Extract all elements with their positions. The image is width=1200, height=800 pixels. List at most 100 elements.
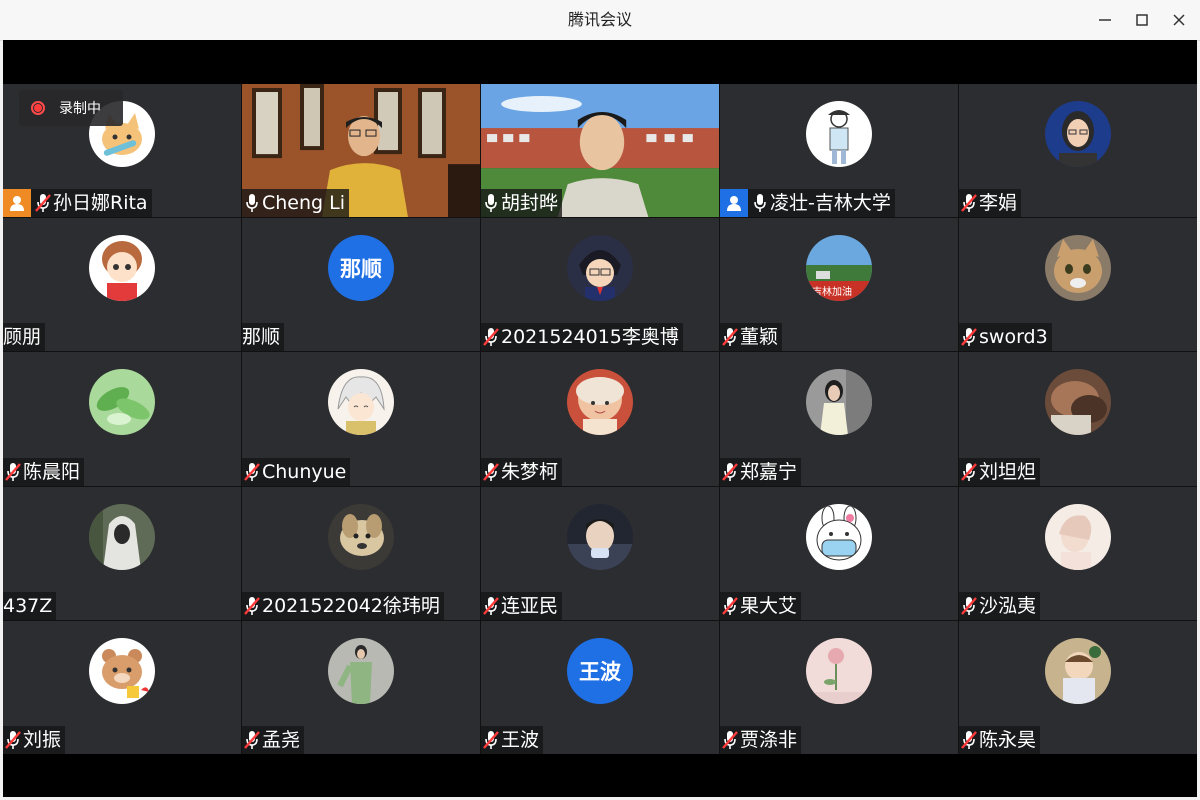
maximize-button[interactable] (1124, 0, 1160, 40)
participant-avatar: 吉林加油 (806, 235, 872, 302)
participant-tile[interactable]: 凌壮-吉林大学 (720, 84, 958, 218)
participant-name: 沙泓夷 (979, 594, 1037, 617)
microphone-muted-icon (720, 458, 740, 486)
participant-tile[interactable]: Chunyue (242, 352, 480, 486)
microphone-muted-icon (959, 458, 979, 486)
minimize-button[interactable] (1087, 0, 1123, 40)
participant-tile[interactable]: 孟尧 (242, 620, 480, 754)
participant-name: 刘振 (23, 728, 62, 751)
participant-nameplate: 437Z (3, 591, 57, 620)
participant-tile[interactable]: 刘振 (3, 620, 241, 754)
participant-name: sword3 (979, 326, 1048, 349)
participant-name: 2021522042徐玮明 (262, 594, 440, 617)
microphone-muted-icon (481, 592, 501, 620)
participant-tile[interactable]: 沙泓夷 (959, 486, 1197, 620)
participant-tile[interactable]: 朱梦柯 (481, 352, 719, 486)
participant-avatar (1045, 101, 1111, 167)
participant-avatar (328, 369, 394, 436)
participant-avatar (567, 235, 633, 302)
window-title: 腾讯会议 (567, 10, 632, 29)
participant-name: 刘坦炟 (979, 460, 1037, 483)
participant-nameplate: 刘坦炟 (959, 457, 1041, 486)
participant-tile[interactable]: 王波 王波 (481, 620, 719, 754)
microphone-muted-icon (242, 726, 262, 754)
participant-name: 凌壮-吉林大学 (770, 192, 891, 215)
participant-nameplate: 郑嘉宁 (720, 457, 802, 486)
participant-avatar (1045, 235, 1111, 302)
participant-name: 孟尧 (262, 728, 301, 751)
participant-avatar (328, 503, 394, 570)
participant-tile[interactable]: 连亚民 (481, 486, 719, 620)
microphone-icon (750, 189, 770, 217)
participant-avatar (89, 369, 155, 436)
participant-nameplate: 刘振 (3, 725, 66, 754)
microphone-muted-icon (959, 189, 979, 217)
participant-name: 437Z (3, 594, 53, 617)
recording-label: 录制中 (59, 101, 101, 117)
microphone-muted-icon (242, 458, 262, 486)
participant-nameplate: Chunyue (242, 457, 351, 486)
participant-tile[interactable]: 陈永昊 (959, 620, 1197, 754)
participant-tile[interactable]: 胡封晔 (481, 84, 719, 218)
participant-avatar (567, 503, 633, 570)
participant-tile[interactable]: Cheng Li (242, 84, 480, 218)
microphone-muted-icon (959, 726, 979, 754)
participant-nameplate: 陈永昊 (959, 725, 1041, 754)
participant-nameplate: 那顺 (242, 323, 285, 352)
participant-tile[interactable]: 2021522042徐玮明 (242, 486, 480, 620)
participant-avatar (89, 637, 155, 704)
participant-avatar (89, 503, 155, 570)
participant-name: 朱梦柯 (501, 460, 559, 483)
participant-tile[interactable]: 437Z (3, 486, 241, 620)
meeting-stage: 录制中 孙日娜Rita Cheng Li 胡封晔 凌壮-吉林大学 李娟 顾朋 那顺 那顺 202… (3, 40, 1197, 797)
participant-nameplate: 李娟 (959, 189, 1022, 218)
participant-nameplate: 沙泓夷 (959, 591, 1041, 620)
participant-tile[interactable]: sword3 (959, 218, 1197, 352)
avatar-initials: 那顺 (340, 257, 382, 282)
participant-name: 贾涤非 (740, 728, 798, 751)
microphone-muted-icon (481, 458, 501, 486)
participant-nameplate: 陈晨阳 (3, 457, 85, 486)
participant-name: 连亚民 (501, 594, 559, 617)
participant-tile[interactable]: 刘坦炟 (959, 352, 1197, 486)
participant-nameplate: Cheng Li (242, 189, 350, 218)
participant-tile[interactable]: 吉林加油董颖 (720, 218, 958, 352)
participant-name: 董颖 (740, 326, 779, 349)
microphone-icon (242, 189, 262, 217)
participant-name: Cheng Li (262, 192, 346, 215)
participant-tile[interactable]: 陈晨阳 (3, 352, 241, 486)
microphone-icon (481, 189, 501, 217)
participant-tile[interactable]: 那顺 那顺 (242, 218, 480, 352)
participant-nameplate: 董颖 (720, 323, 783, 352)
close-button[interactable] (1161, 0, 1197, 40)
participant-nameplate: 王波 (481, 725, 544, 754)
microphone-muted-icon (3, 458, 23, 486)
participant-name: 那顺 (242, 326, 281, 349)
participant-nameplate: 2021522042徐玮明 (242, 591, 444, 620)
recording-indicator[interactable]: 录制中 (19, 90, 123, 126)
participant-name: 王波 (501, 728, 540, 751)
participant-tile[interactable]: 郑嘉宁 (720, 352, 958, 486)
participant-tile[interactable]: 顾朋 (3, 218, 241, 352)
microphone-muted-icon (481, 726, 501, 754)
participant-tile[interactable]: 2021524015李奥博 (481, 218, 719, 352)
participant-tile[interactable]: 李娟 (959, 84, 1197, 218)
participant-name: Chunyue (262, 460, 347, 483)
participant-name: 果大艾 (740, 594, 798, 617)
participant-avatar: 王波 (567, 637, 633, 704)
participant-name: 陈永昊 (979, 728, 1037, 751)
participant-avatar (328, 637, 394, 704)
close-icon (1173, 14, 1185, 26)
participant-avatar (1045, 369, 1111, 436)
participant-tile[interactable]: 贾涤非 (720, 620, 958, 754)
microphone-muted-icon (3, 726, 23, 754)
participant-avatar (806, 101, 872, 167)
participant-nameplate: 朱梦柯 (481, 457, 563, 486)
participant-nameplate: 2021524015李奥博 (481, 323, 683, 352)
participant-avatar (806, 637, 872, 704)
participant-grid: 孙日娜Rita Cheng Li 胡封晔 凌壮-吉林大学 李娟 顾朋 那顺 那顺 2021524… (3, 84, 1197, 754)
minimize-icon (1099, 19, 1111, 21)
participant-avatar (1045, 503, 1111, 570)
participant-tile[interactable]: 果大艾 (720, 486, 958, 620)
record-icon (31, 101, 45, 115)
